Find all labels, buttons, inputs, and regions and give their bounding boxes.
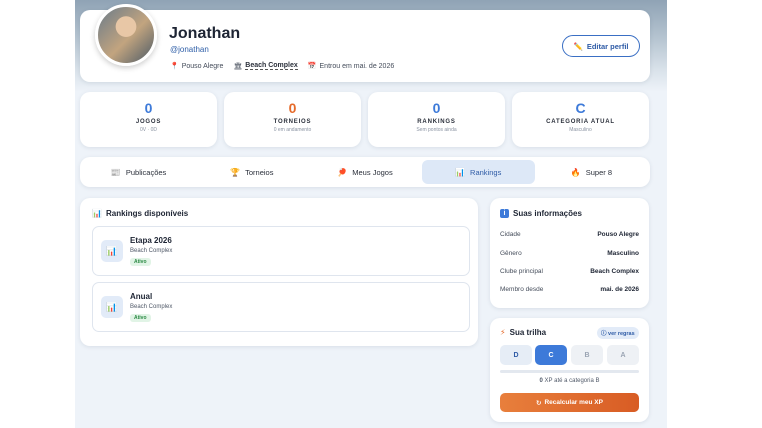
tab-torneios[interactable]: 🏆 Torneios xyxy=(195,160,308,184)
level-c[interactable]: C xyxy=(535,345,567,365)
ranking-item[interactable]: 📊 Etapa 2026 Beach Complex Ativo xyxy=(92,226,470,276)
trophy-icon: 🏆 xyxy=(230,167,241,177)
bar-chart-icon: 📊 xyxy=(101,296,123,318)
building-icon: 🏛 xyxy=(233,63,243,70)
stat-card-tournaments: 0 TORNEIOS 0 em andamento xyxy=(224,92,361,147)
stat-value: 0 xyxy=(144,100,153,116)
level-d[interactable]: D xyxy=(500,345,532,365)
stat-sub: 0V · 0D xyxy=(140,127,157,133)
info-title: i Suas informações xyxy=(500,209,582,218)
racket-icon: 🏓 xyxy=(337,167,348,177)
bar-chart-icon: 📊 xyxy=(92,209,102,218)
ranking-name: Etapa 2026 xyxy=(130,236,172,245)
ranking-club: Beach Complex xyxy=(130,304,173,310)
tab-meus-jogos[interactable]: 🏓 Meus Jogos xyxy=(308,160,421,184)
club-meta: 🏛 Beach Complex xyxy=(233,62,298,70)
stat-value: 0 xyxy=(288,100,297,116)
xp-progress-bar xyxy=(500,370,639,373)
stat-label: TORNEIOS xyxy=(273,119,312,125)
calendar-icon: 📅 xyxy=(307,63,317,70)
info-icon: i xyxy=(500,209,509,218)
stat-card-rankings: 0 RANKINGS Sem pontos ainda xyxy=(368,92,505,147)
joined-meta: 📅 Entrou em mai. de 2026 xyxy=(307,62,395,71)
stat-label: CATEGORIA ATUAL xyxy=(546,119,615,125)
tab-super-8[interactable]: 🔥 Super 8 xyxy=(535,160,648,184)
info-panel: i Suas informações Cidade Pouso Alegre Gên… xyxy=(490,198,649,308)
status-badge: Ativo xyxy=(130,314,151,322)
stat-sub: 0 em andamento xyxy=(273,127,312,133)
ranking-club: Beach Complex xyxy=(130,248,173,254)
stat-sub: Masculino xyxy=(569,127,592,133)
rules-link[interactable]: ⓘ ver regras xyxy=(597,327,639,339)
rankings-panel: 📊 Rankings disponíveis 📊 Etapa 2026 Beach… xyxy=(80,198,478,346)
ranking-name: Anual xyxy=(130,292,153,301)
pencil-icon: ✏️ xyxy=(573,41,583,51)
bar-chart-icon: 📊 xyxy=(101,240,123,262)
trail-panel: ⚡ Sua trilha ⓘ ver regras D C B A 0 XP at… xyxy=(490,318,649,422)
trail-title: ⚡ Sua trilha xyxy=(500,328,547,337)
fire-icon: 🔥 xyxy=(570,167,581,177)
bar-chart-icon: 📊 xyxy=(455,167,466,177)
stat-card-games: 0 JOGOS 0V · 0D xyxy=(80,92,217,147)
level-b[interactable]: B xyxy=(571,345,603,365)
avatar[interactable] xyxy=(95,4,157,66)
tab-rankings[interactable]: 📊 Rankings xyxy=(421,160,535,184)
edit-profile-button[interactable]: ✏️ Editar perfil xyxy=(562,35,640,57)
tab-publicacoes[interactable]: 📰 Publicações xyxy=(82,160,195,184)
profile-header: Jonathan @jonathan 📍 Pouso Alegre 🏛 Beach … xyxy=(80,4,650,82)
info-row-member-since: Membro desde mai. de 2026 xyxy=(500,286,639,293)
stat-sub: Sem pontos ainda xyxy=(416,127,457,133)
stat-label: RANKINGS xyxy=(417,119,456,125)
profile-name: Jonathan xyxy=(169,25,241,42)
rankings-title: 📊 Rankings disponíveis xyxy=(92,209,189,218)
city-meta: 📍 Pouso Alegre xyxy=(170,62,224,71)
newspaper-icon: 📰 xyxy=(110,167,121,177)
info-row-club: Clube principal Beach Complex xyxy=(500,268,639,275)
ranking-item[interactable]: 📊 Anual Beach Complex Ativo xyxy=(92,282,470,332)
level-a[interactable]: A xyxy=(607,345,639,365)
status-badge: Ativo xyxy=(130,258,151,266)
stat-value: 0 xyxy=(432,100,441,116)
info-row-gender: Gênero Masculino xyxy=(500,250,639,257)
location-pin-icon: 📍 xyxy=(170,63,179,70)
info-row-city: Cidade Pouso Alegre xyxy=(500,231,639,238)
recalculate-xp-button[interactable]: ↻ Recalcular meu XP xyxy=(500,393,639,412)
club-link[interactable]: Beach Complex xyxy=(245,62,298,70)
profile-handle: @jonathan xyxy=(170,45,209,54)
stat-label: JOGOS xyxy=(135,119,162,125)
stat-card-category: C CATEGORIA ATUAL Masculino xyxy=(512,92,649,147)
profile-tabs: 📰 Publicações 🏆 Torneios 🏓 Meus Jogos 📊 Rank… xyxy=(80,157,650,187)
xp-text: 0 XP até a categoria B xyxy=(539,378,600,384)
refresh-icon: ↻ xyxy=(536,399,542,407)
profile-page: Jonathan @jonathan 📍 Pouso Alegre 🏛 Beach … xyxy=(75,0,667,428)
lightning-icon: ⚡ xyxy=(500,328,506,337)
profile-meta: 📍 Pouso Alegre 🏛 Beach Complex 📅 Entrou em … xyxy=(170,62,394,70)
stat-value: C xyxy=(575,100,586,116)
